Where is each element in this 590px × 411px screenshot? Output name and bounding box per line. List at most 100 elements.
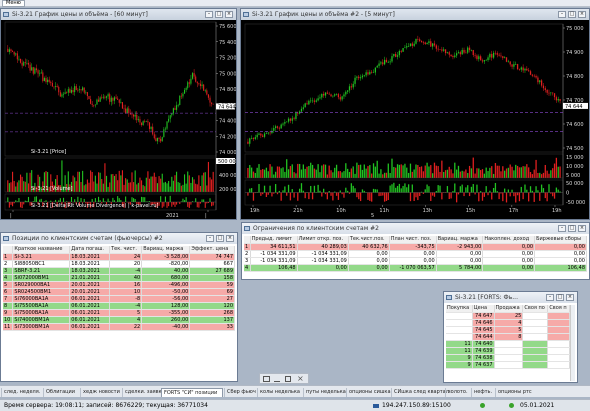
workspace-tab[interactable]: колы неделька bbox=[257, 388, 302, 397]
maximize-button[interactable]: □ bbox=[215, 11, 223, 18]
workspace-tab[interactable]: путы неделька bbox=[303, 388, 346, 397]
column-header[interactable]: Своя п bbox=[547, 305, 570, 313]
position-row[interactable]: 5 SR029000BA1 20.01.2021 16 -496,00 59 bbox=[3, 281, 235, 289]
workspace-tab[interactable]: Облигации bbox=[43, 388, 79, 397]
workspace-tab[interactable]: нефть. bbox=[471, 388, 494, 397]
position-row[interactable]: 2 SI88050BC1 18.03.2021 20 -820,00 667 bbox=[3, 260, 235, 268]
column-header[interactable]: Дата погаш. bbox=[69, 246, 111, 254]
workspace-tab[interactable]: опционы ртс bbox=[495, 388, 533, 397]
table-cell bbox=[446, 326, 473, 334]
indicator-bar bbox=[298, 188, 301, 193]
close-button[interactable]: × bbox=[226, 235, 234, 242]
positions-table[interactable]: Краткое название Дата погаш. Тек. чист. Вар… bbox=[3, 246, 235, 331]
orderbook-scrollbar[interactable] bbox=[570, 305, 575, 381]
maximize-button[interactable]: □ bbox=[216, 235, 224, 242]
minimize-button[interactable]: – bbox=[205, 11, 213, 18]
minimize-button[interactable]: – bbox=[558, 11, 566, 18]
maximize-button[interactable]: □ bbox=[556, 294, 564, 301]
candle-body bbox=[513, 64, 515, 67]
volume-bar bbox=[518, 167, 521, 178]
maximize-button[interactable]: □ bbox=[568, 225, 576, 232]
position-row[interactable]: 11 Si73000BM1A 06.01.2021 22 -40,00 33 bbox=[3, 323, 235, 331]
close-icon[interactable]: × bbox=[297, 374, 304, 383]
position-row[interactable]: 1 Si-3.21 18.03.2021 24 -3 528,00 74 747 bbox=[3, 253, 235, 261]
column-header[interactable]: План чист. поз. bbox=[389, 236, 437, 244]
orderbook-row[interactable]: 11 74 640 bbox=[446, 340, 570, 348]
chart-window-5min[interactable]: Si-3.21 График цены и объёма #2 - [5 мин… bbox=[240, 8, 590, 220]
position-row[interactable]: 10 Si74000BM1A 06.01.2021 4 260,00 137 bbox=[3, 316, 235, 324]
orderbook-row[interactable]: 9 74 638 bbox=[446, 354, 570, 362]
limit-row[interactable]: 4 106,48 0,00 0,00 -1 070 063,57 5 784,00 0,00… bbox=[244, 264, 587, 272]
minimize-button[interactable]: – bbox=[206, 235, 214, 242]
close-button[interactable]: × bbox=[578, 11, 586, 18]
column-header[interactable]: Краткое название bbox=[12, 246, 71, 254]
workspace-tab[interactable]: сделки. заявки bbox=[122, 388, 165, 397]
column-header[interactable]: Биржевые сборы bbox=[534, 236, 587, 244]
workspace-tab[interactable]: след. неделя. bbox=[1, 388, 42, 397]
position-row[interactable]: 3 SBRF-3.21 18.03.2021 -4 40,00 27 689 bbox=[3, 267, 235, 275]
limit-row[interactable]: 1 34 611,51 40 289,03 40 632,76 -343,75 -2 94… bbox=[244, 243, 587, 251]
orderbook-row[interactable]: 74 647 25 bbox=[446, 312, 570, 320]
column-header[interactable]: Эффект. цена bbox=[189, 246, 235, 254]
column-header[interactable]: Вариац. маржа bbox=[436, 236, 484, 244]
restore-icon[interactable] bbox=[263, 376, 270, 382]
column-header[interactable]: Предыд. лимит bbox=[250, 236, 298, 244]
position-row[interactable]: 7 Si76000BA1A 06.01.2021 -8 -56,00 27 bbox=[3, 295, 235, 303]
orderbook-row[interactable]: 9 74 637 bbox=[446, 361, 570, 369]
column-header[interactable] bbox=[3, 246, 14, 254]
candle-body bbox=[13, 51, 15, 55]
workspace-tab[interactable]: FORTS "СИ" позиции bbox=[161, 388, 223, 397]
maximize-icon[interactable] bbox=[285, 376, 291, 382]
candle-body bbox=[260, 133, 262, 136]
column-header[interactable]: Покупка bbox=[446, 305, 473, 313]
workspace-tab[interactable]: Сбер фьюч bbox=[224, 388, 256, 397]
minimize-icon[interactable] bbox=[274, 381, 280, 382]
indicator-bar bbox=[467, 185, 469, 193]
position-row[interactable]: 6 SR024500BM1 20.01.2021 10 -50,00 69 bbox=[3, 288, 235, 296]
indicator-bar bbox=[302, 190, 304, 193]
chart-window-60min[interactable]: Si-3.21 График цены и объёма - [60 минут… bbox=[0, 8, 237, 220]
orderbook-row[interactable]: 74 644 8 bbox=[446, 333, 570, 341]
minimize-button[interactable]: – bbox=[546, 294, 554, 301]
volume-bar bbox=[509, 164, 511, 178]
indicator-bar bbox=[77, 196, 79, 202]
close-button[interactable]: × bbox=[225, 11, 233, 18]
positions-window[interactable]: Позиции по клиентским счетам (фьючерсы) … bbox=[0, 232, 238, 382]
column-header[interactable]: Накоплен. доход bbox=[482, 236, 536, 244]
column-header[interactable]: Тек. чист. bbox=[109, 246, 143, 254]
price-volume-chart[interactable]: 75 00074 90074 80074 70074 60074 50015 0… bbox=[241, 20, 589, 219]
limits-window[interactable]: Ограничения по клиентским счетам #2 – □ … bbox=[241, 222, 590, 280]
close-button[interactable]: × bbox=[578, 225, 586, 232]
limit-row[interactable]: 3 -1 034 331,09 -1 034 331,09 0,00 0,00 0,00 0… bbox=[244, 257, 587, 265]
close-button[interactable]: × bbox=[566, 294, 574, 301]
column-header[interactable]: Цена bbox=[472, 305, 495, 313]
workspace-tab[interactable]: опционы сишка bbox=[346, 388, 391, 397]
position-row[interactable]: 9 Si75000BA1A 06.01.2021 5 -355,00 268 bbox=[3, 309, 235, 317]
orderbook-window[interactable]: Si-3.21 [FORTS: Фь... – □ × Покупка Цена П… bbox=[443, 291, 578, 383]
column-header[interactable]: Продажа bbox=[494, 305, 524, 313]
price-volume-chart[interactable]: 75 60075 40075 20075 00074 80074 60074 4… bbox=[1, 20, 236, 219]
orderbook-row[interactable]: 11 74 639 bbox=[446, 347, 570, 355]
workspace-tab[interactable]: золото. bbox=[445, 388, 470, 397]
menu-button[interactable]: Меню bbox=[2, 0, 25, 7]
orderbook-table[interactable]: Покупка Цена Продажа Своя по Своя п 74 647 25… bbox=[446, 305, 570, 369]
position-row[interactable]: 4 Si072000BM1 21.01.2021 40 680,00 158 bbox=[3, 274, 235, 282]
orderbook-row[interactable]: 74 645 5 bbox=[446, 326, 570, 334]
indicator-bar bbox=[265, 192, 268, 197]
minimize-button[interactable]: – bbox=[558, 225, 566, 232]
column-header[interactable]: Вариац. маржа bbox=[141, 246, 191, 254]
limits-table[interactable]: Предыд. лимит Лимит откр. поз. Тек.чист.по… bbox=[244, 236, 587, 272]
column-header[interactable]: Своя по bbox=[522, 305, 549, 313]
limit-row[interactable]: 2 -1 034 331,09 -1 034 331,09 0,00 0,00 0,00 0… bbox=[244, 250, 587, 258]
workspace-tab[interactable]: хедж новости bbox=[80, 388, 121, 397]
column-header[interactable]: Лимит откр. поз. bbox=[297, 236, 349, 244]
column-header[interactable]: Тек.чист.поз. bbox=[348, 236, 390, 244]
indicator-bar bbox=[472, 184, 474, 193]
workspace-tab[interactable]: СИшка след квартал bbox=[391, 388, 449, 397]
candle-body bbox=[461, 49, 463, 55]
maximize-button[interactable]: □ bbox=[568, 11, 576, 18]
orderbook-row[interactable]: 74 646 4 bbox=[446, 319, 570, 327]
candle-body bbox=[150, 126, 152, 129]
position-row[interactable]: 8 Si75500BA1A 06.01.2021 -4 128,00 120 bbox=[3, 302, 235, 310]
indicator-bar bbox=[337, 192, 340, 200]
